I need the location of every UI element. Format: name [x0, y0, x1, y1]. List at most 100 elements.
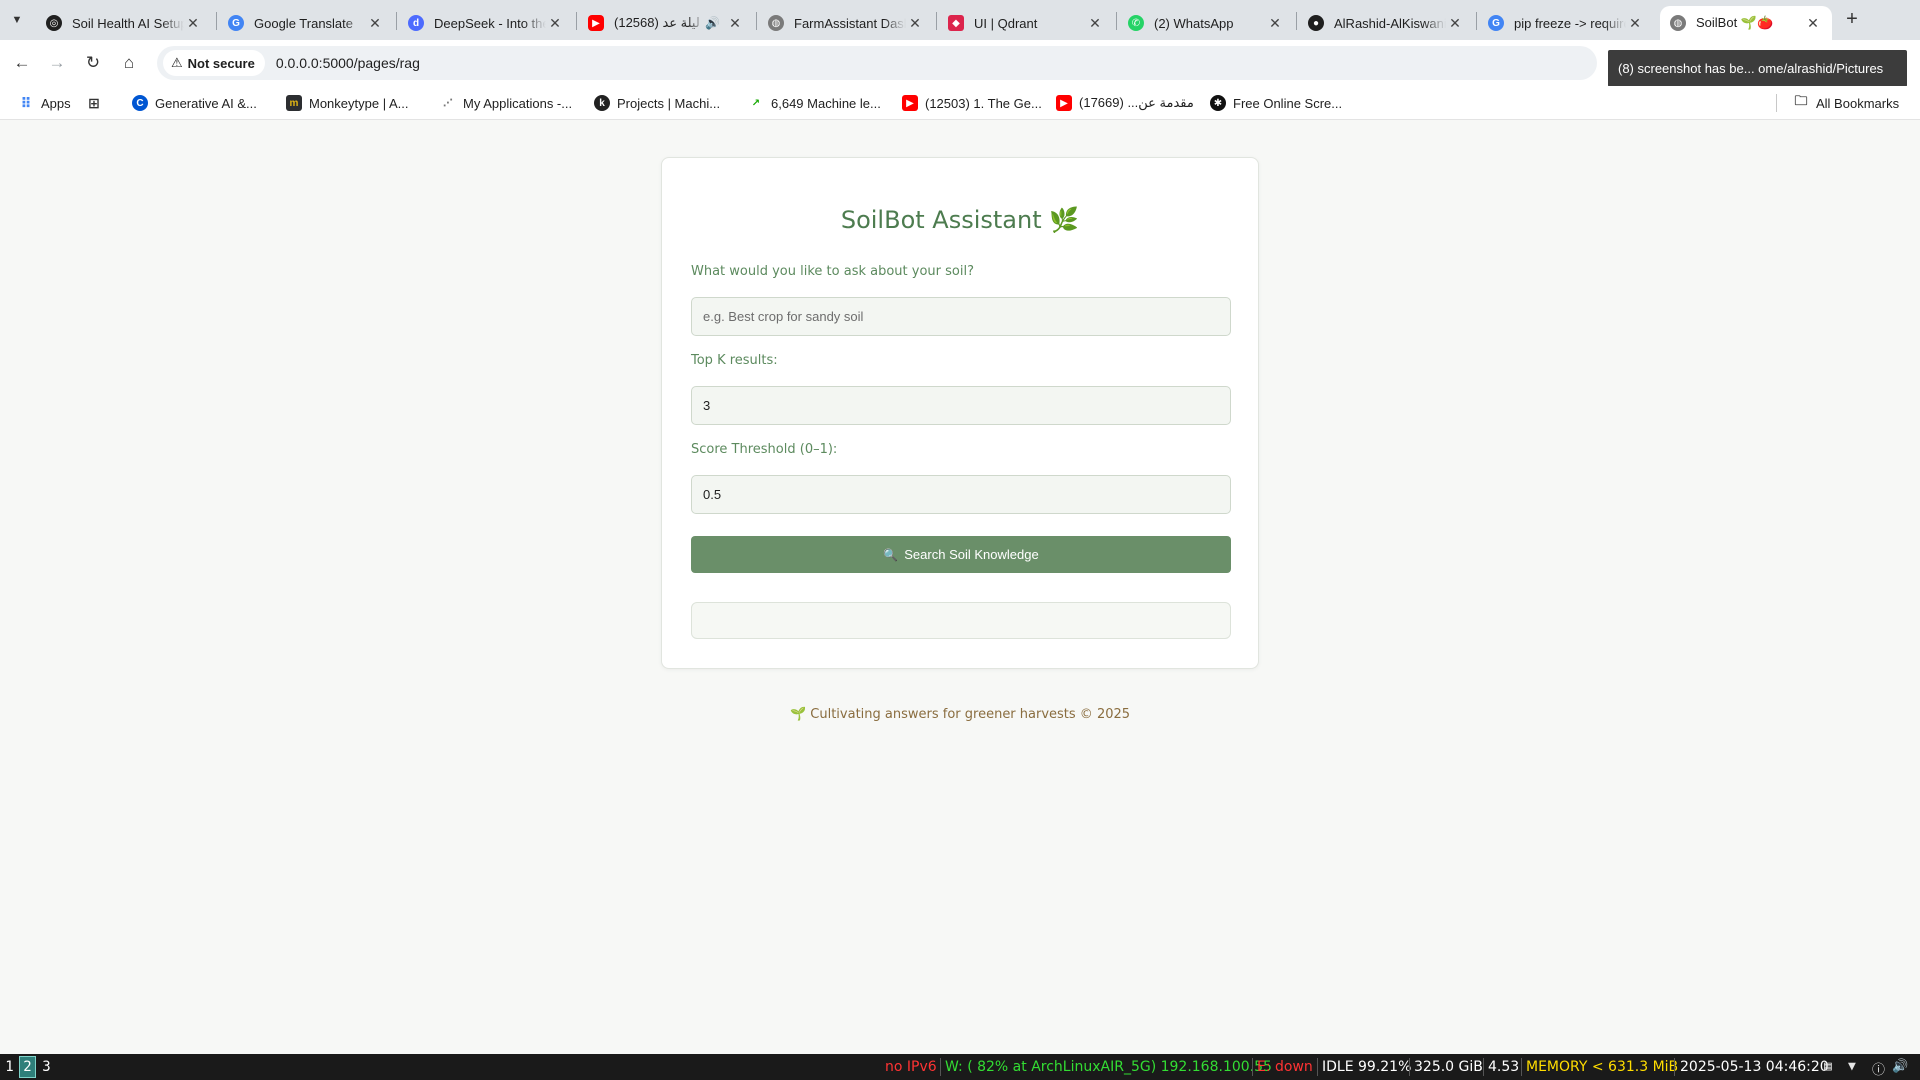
- link-icon: ⋰: [443, 97, 453, 109]
- bookmark-label: Monkeytype | A...: [309, 95, 409, 111]
- kaggle-icon: k: [594, 95, 610, 111]
- tab-title: Soil Health AI Setup: [72, 15, 184, 31]
- tab-youtube-audio[interactable]: ▶ ليلة عد (12568) 🔊 ✕: [578, 6, 754, 40]
- tab-title: (2) WhatsApp: [1154, 15, 1234, 31]
- tab-whatsapp[interactable]: ✆ (2) WhatsApp ✕: [1118, 6, 1294, 40]
- tab-title: AlRashid-AlKiswani: [1334, 15, 1446, 31]
- forward-arrow-icon[interactable]: →: [45, 51, 69, 75]
- memory-status: MEMORY < 631.3 MiB: [1526, 1059, 1679, 1075]
- tab-search-chevron-icon[interactable]: ▼: [6, 9, 28, 31]
- github-icon: ●: [1308, 15, 1324, 31]
- tab-deepseek[interactable]: d DeepSeek - Into the Unknown ✕: [398, 6, 574, 40]
- tab-title: FarmAssistant Dashboard: [794, 15, 906, 31]
- back-arrow-icon[interactable]: ←: [10, 51, 34, 75]
- wifi-icon[interactable]: ▼: [1848, 1059, 1856, 1074]
- workspace-2-button[interactable]: 2: [19, 1056, 36, 1078]
- cpu-status: IDLE 99.21%: [1322, 1059, 1412, 1075]
- security-chip[interactable]: ⚠ Not secure: [163, 50, 265, 76]
- bookmark-label: Projects | Machi...: [617, 95, 721, 111]
- tab-strip: ▼ ◎ Soil Health AI Setup ✕ G Google Tran…: [0, 0, 1920, 40]
- bookmark-label: Apps: [41, 95, 71, 111]
- bookmark-youtube-2[interactable]: ▶ مقدمة عن... (17669): [1056, 92, 1194, 114]
- threshold-input[interactable]: [691, 475, 1231, 514]
- monkeytype-icon: m: [286, 95, 302, 111]
- close-icon[interactable]: ✕: [726, 15, 744, 32]
- load-status: 4.53: [1488, 1059, 1520, 1075]
- magnifier-icon: 🔍: [883, 547, 899, 562]
- threshold-label: Score Threshold (0–1):: [691, 442, 838, 457]
- close-icon[interactable]: ✕: [906, 15, 924, 32]
- bookmark-monkeytype[interactable]: m Monkeytype | A...: [286, 92, 408, 114]
- bookmark-my-applications[interactable]: ⋰ My Applications -...: [440, 92, 572, 114]
- tab-farmassistant[interactable]: ◍ FarmAssistant Dashboard ✕: [758, 6, 934, 40]
- question-input[interactable]: [691, 297, 1231, 336]
- tab-qdrant[interactable]: ◆ UI | Qdrant ✕: [938, 6, 1114, 40]
- workspace-1-button[interactable]: 1: [1, 1056, 18, 1078]
- tab-pip-freeze[interactable]: G pip freeze -> requirements ✕: [1478, 6, 1654, 40]
- tab-title: SoilBot 🌱🍅: [1696, 15, 1774, 30]
- bookmark-label: (12503) 1. The Ge...: [925, 95, 1042, 111]
- tab-title: pip freeze -> requirements: [1514, 15, 1626, 31]
- new-tab-button[interactable]: +: [1840, 8, 1864, 32]
- topk-label: Top K results:: [691, 353, 778, 368]
- globe-icon: ◍: [768, 15, 784, 31]
- search-button[interactable]: 🔍 Search Soil Knowledge: [691, 536, 1231, 573]
- bookmark-machine-learning[interactable]: ↗ 6,649 Machine le...: [748, 92, 881, 114]
- system-status-bar: 1 2 3 no IPv6 W: ( 82% at ArchLinuxAIR_5…: [0, 1054, 1920, 1080]
- close-icon[interactable]: ✕: [546, 15, 564, 32]
- qdrant-icon: ◆: [948, 15, 964, 31]
- screen-recorder-icon: ✱: [1210, 95, 1226, 111]
- page-footer: 🌱 Cultivating answers for greener harves…: [789, 707, 1131, 722]
- home-icon[interactable]: ⌂: [117, 51, 141, 75]
- soilbot-card: SoilBot Assistant 🌿 What would you like …: [661, 157, 1259, 669]
- bookmark-apps[interactable]: ⠿ Apps: [18, 92, 71, 114]
- close-icon[interactable]: ✕: [366, 15, 384, 32]
- all-bookmarks-button[interactable]: 🗀 All Bookmarks: [1793, 92, 1899, 114]
- workspace-3-button[interactable]: 3: [38, 1056, 55, 1078]
- close-icon[interactable]: ✕: [184, 15, 202, 32]
- volume-icon[interactable]: 🔊: [1892, 1059, 1908, 1074]
- bookmark-youtube-1[interactable]: ▶ (12503) 1. The Ge...: [902, 92, 1042, 114]
- bookmarks-bar: ⠿ Apps ⊞ C Generative AI &... m Monkeyty…: [0, 86, 1920, 120]
- close-icon[interactable]: ✕: [1266, 15, 1284, 32]
- tab-groups-icon: ⊞: [88, 94, 100, 111]
- tab-github[interactable]: ● AlRashid-AlKiswani ✕: [1298, 6, 1474, 40]
- bookmark-generative-ai[interactable]: C Generative AI &...: [132, 92, 257, 114]
- deepseek-icon: d: [408, 15, 424, 31]
- close-icon[interactable]: ✕: [1804, 15, 1822, 32]
- bookmark-projects[interactable]: k Projects | Machi...: [594, 92, 720, 114]
- close-icon[interactable]: ✕: [1446, 15, 1464, 32]
- tab-google-translate[interactable]: G Google Translate ✕: [218, 6, 394, 40]
- tab-soil-health[interactable]: ◎ Soil Health AI Setup ✕: [36, 6, 212, 40]
- warning-triangle-icon: ⚠: [171, 55, 183, 70]
- folder-icon: 🗀: [1794, 93, 1808, 108]
- close-icon[interactable]: ✕: [1626, 15, 1644, 32]
- youtube-icon: ▶: [1056, 95, 1072, 111]
- ethernet-status: E: down: [1257, 1059, 1313, 1075]
- url-text[interactable]: 0.0.0.0:5000/pages/rag: [276, 55, 420, 71]
- tab-soilbot[interactable]: ◍ SoilBot 🌱🍅 ✕: [1660, 6, 1832, 40]
- translate-icon: G: [228, 15, 244, 31]
- tab-title: ليلة عد (12568): [614, 15, 700, 30]
- bookmark-label: 6,649 Machine le...: [771, 95, 881, 111]
- bookmarks-divider: [1776, 94, 1777, 112]
- info-icon[interactable]: ⓘ: [1872, 1059, 1885, 1078]
- close-icon[interactable]: ✕: [1086, 15, 1104, 32]
- reload-icon[interactable]: ↻: [81, 51, 105, 75]
- address-bar[interactable]: ⚠ Not secure 0.0.0.0:5000/pages/rag: [157, 46, 1597, 80]
- clipboard-icon[interactable]: ▤: [1824, 1059, 1832, 1074]
- bookmark-screen-recorder[interactable]: ✱ Free Online Scre...: [1210, 92, 1342, 114]
- speaker-icon[interactable]: 🔊: [705, 16, 720, 30]
- topk-input[interactable]: [691, 386, 1231, 425]
- tab-title: UI | Qdrant: [974, 15, 1038, 31]
- youtube-icon: ▶: [902, 95, 918, 111]
- page-title: SoilBot Assistant 🌿: [840, 206, 1080, 234]
- google-icon: G: [1488, 15, 1504, 31]
- openai-icon: ◎: [46, 15, 62, 31]
- clock: 2025-05-13 04:46:20: [1680, 1059, 1829, 1075]
- bookmark-label: مقدمة عن... (17669): [1079, 95, 1194, 110]
- tab-title: DeepSeek - Into the Unknown: [434, 15, 546, 31]
- coursera-icon: C: [132, 95, 148, 111]
- download-tooltip: (8) screenshot has be... ome/alrashid/Pi…: [1608, 50, 1907, 87]
- bookmark-tab-groups[interactable]: ⊞: [86, 92, 109, 114]
